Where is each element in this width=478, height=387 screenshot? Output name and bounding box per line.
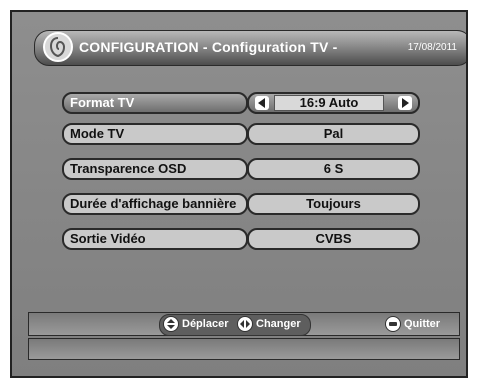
setting-row-duree-affichage[interactable]: Durée d'affichage bannière Toujours [62,193,420,215]
setting-label: Durée d'affichage bannière [62,193,248,215]
help-bar: Déplacer Changer Quitter [28,312,460,336]
setting-row-transparence-osd[interactable]: Transparence OSD 6 S [62,158,420,180]
hint-move: Déplacer [163,316,228,332]
setting-value[interactable]: Toujours [247,193,420,215]
title-bar: CONFIGURATION - Configuration TV - 17/08… [34,30,466,66]
setting-value[interactable]: 6 S [247,158,420,180]
hint-change: Changer [237,316,301,332]
info-bar [28,338,460,360]
hint-move-label: Déplacer [182,318,229,330]
hint-quit: Quitter [385,316,440,332]
setting-value[interactable]: Pal [247,123,420,145]
arrow-right-icon[interactable] [398,96,412,110]
date-display: 17/08/2011 [407,42,457,53]
setting-label: Transparence OSD [62,158,248,180]
tv-channel-logo-icon [43,32,73,62]
arrow-left-icon[interactable] [255,96,269,110]
setting-label: Mode TV [62,123,248,145]
tv-screen: CONFIGURATION - Configuration TV - 17/08… [10,10,468,378]
setting-value-selector[interactable]: 16:9 Auto [247,92,420,114]
left-right-arrows-icon [237,316,253,332]
setting-value[interactable]: CVBS [247,228,420,250]
up-down-arrows-icon [163,316,179,332]
setting-label: Sortie Vidéo [62,228,248,250]
hint-change-label: Changer [256,318,301,330]
setting-label: Format TV [62,92,248,114]
hint-quit-label: Quitter [404,318,441,330]
exit-button-icon [385,316,401,332]
setting-row-format-tv[interactable]: Format TV 16:9 Auto [62,92,420,114]
page-title: CONFIGURATION - Configuration TV - [79,39,338,55]
setting-row-sortie-video[interactable]: Sortie Vidéo CVBS [62,228,420,250]
setting-value: 16:9 Auto [274,95,384,111]
setting-row-mode-tv[interactable]: Mode TV Pal [62,123,420,145]
